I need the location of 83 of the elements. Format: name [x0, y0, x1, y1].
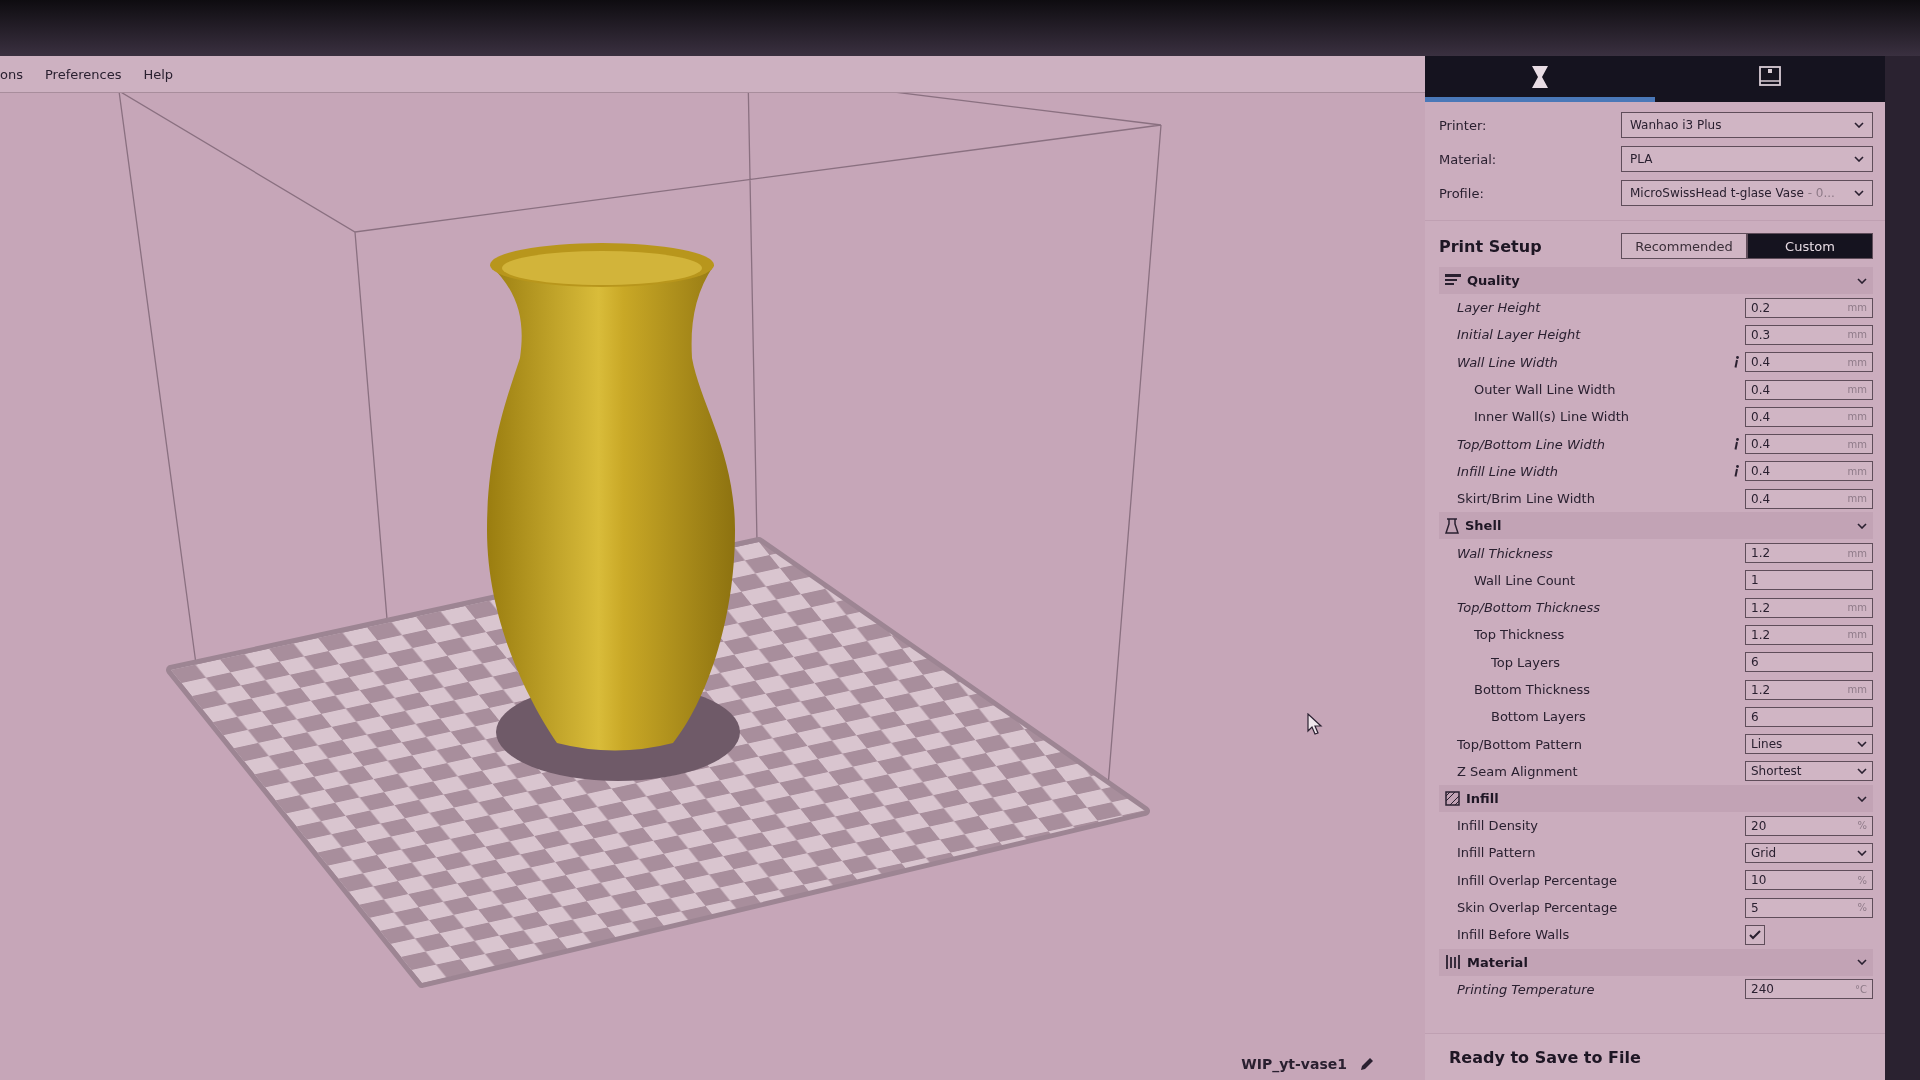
mouse-pointer-icon	[1307, 713, 1323, 735]
field-label: Profile:	[1439, 185, 1484, 201]
chevron-down-icon	[1857, 522, 1867, 529]
setting-label: Outer Wall Line Width	[1474, 382, 1617, 398]
menu-item[interactable]: Preferences	[44, 66, 122, 82]
setting-label: Top Thickness	[1474, 627, 1566, 643]
number-field[interactable]: 0.2 mm	[1745, 297, 1873, 318]
setting-label: Top/Bottom Line Width	[1457, 436, 1606, 452]
chevron-down-icon	[1857, 959, 1867, 966]
number-field[interactable]: 0.3 mm	[1745, 324, 1873, 345]
chevron-down-icon	[1857, 768, 1867, 775]
menu-item[interactable]: Help	[143, 66, 174, 82]
setting-label: Layer Height	[1457, 300, 1542, 316]
dropdown[interactable]: Wanhao i3 Plus	[1621, 112, 1873, 138]
number-field[interactable]: 0.4 mm	[1745, 379, 1873, 400]
dropdown[interactable]: MicroSwissHead t-glase Vase - 0...	[1621, 180, 1873, 206]
setting-label: Infill Density	[1457, 818, 1540, 834]
checkbox[interactable]	[1745, 924, 1765, 945]
category-header[interactable]: Quality	[1439, 267, 1873, 294]
setting-label: Wall Line Width	[1457, 354, 1559, 370]
setting-label: Inner Wall(s) Line Width	[1474, 409, 1631, 425]
chevron-down-icon	[1854, 190, 1864, 196]
number-field[interactable]: 1.2 mm	[1745, 679, 1873, 700]
menu-item[interactable]: ons	[0, 66, 23, 82]
chevron-down-icon	[1857, 277, 1867, 284]
setting-label: Top/Bottom Pattern	[1457, 736, 1583, 752]
setting-label: Infill Before Walls	[1457, 927, 1571, 943]
setting-label: Bottom Layers	[1491, 709, 1587, 725]
pencil-icon[interactable]	[1359, 1056, 1375, 1072]
setting-label: Infill Overlap Percentage	[1457, 872, 1618, 888]
file-name: WIP_yt-vase1	[1241, 1056, 1347, 1072]
printer-nozzle-icon	[1531, 64, 1549, 89]
field-label: Material:	[1439, 151, 1497, 167]
mode-toggle[interactable]: Recommended	[1621, 233, 1747, 259]
chevron-down-icon	[1854, 156, 1864, 162]
setting-label: Initial Layer Height	[1457, 327, 1582, 343]
monitor-icon	[1759, 65, 1781, 88]
dropdown[interactable]: Grid	[1745, 843, 1873, 863]
setting-label: Z Seam Alignment	[1457, 763, 1579, 779]
number-field[interactable]: 0.4 mm	[1745, 488, 1873, 509]
number-field[interactable]: 240 °C	[1745, 979, 1873, 1000]
chevron-down-icon	[1857, 741, 1867, 748]
category-header[interactable]: Infill	[1439, 785, 1873, 813]
number-field[interactable]: 10 %	[1745, 870, 1873, 891]
number-field[interactable]: 5 %	[1745, 897, 1873, 918]
check-icon	[1749, 929, 1761, 940]
number-field[interactable]: 6	[1745, 706, 1873, 727]
number-field[interactable]: 1.2 mm	[1745, 597, 1873, 618]
setting-label: Infill Line Width	[1457, 463, 1560, 479]
setting-label: Bottom Thickness	[1474, 682, 1592, 697]
category-header[interactable]: Shell	[1439, 512, 1873, 540]
category-header[interactable]: Material	[1439, 948, 1873, 976]
section-title: Print Setup	[1439, 236, 1542, 256]
dropdown[interactable]: PLA	[1621, 146, 1873, 172]
chevron-down-icon	[1854, 122, 1864, 128]
lines-icon	[1445, 273, 1461, 288]
setting-label: Top Layers	[1491, 654, 1562, 670]
setting-label: Wall Thickness	[1457, 545, 1554, 561]
dropdown[interactable]: Lines	[1745, 734, 1873, 755]
mode-toggle[interactable]: Custom	[1747, 233, 1873, 259]
beaker-icon	[1445, 517, 1459, 534]
bars-icon	[1445, 954, 1461, 971]
number-field[interactable]: 0.4 mm	[1745, 434, 1873, 455]
chevron-down-icon	[1857, 850, 1867, 856]
number-field[interactable]: 1.2 mm	[1745, 543, 1873, 563]
number-field[interactable]: 6	[1745, 652, 1873, 673]
field-label: Printer:	[1439, 117, 1487, 133]
number-field[interactable]: 20 %	[1745, 815, 1873, 836]
number-field[interactable]: 1	[1745, 570, 1873, 591]
number-field[interactable]: 0.4 mm	[1745, 461, 1873, 482]
chevron-down-icon	[1857, 795, 1867, 802]
number-field[interactable]: 0.4 mm	[1745, 352, 1873, 373]
setting-label: Skirt/Brim Line Width	[1457, 491, 1596, 507]
setting-label: Wall Line Count	[1474, 572, 1577, 588]
setting-label: Top/Bottom Thickness	[1457, 600, 1601, 616]
number-field[interactable]: 0.4 mm	[1745, 406, 1873, 427]
number-field[interactable]: 1.2 mm	[1745, 624, 1873, 645]
status-text: Ready to Save to File	[1449, 1047, 1641, 1067]
setting-label: Skin Overlap Percentage	[1457, 900, 1619, 916]
dropdown[interactable]: Shortest	[1745, 761, 1873, 782]
setting-label: Infill Pattern	[1457, 845, 1537, 861]
grid-square-icon	[1445, 791, 1460, 807]
setting-label: Printing Temperature	[1457, 981, 1596, 997]
